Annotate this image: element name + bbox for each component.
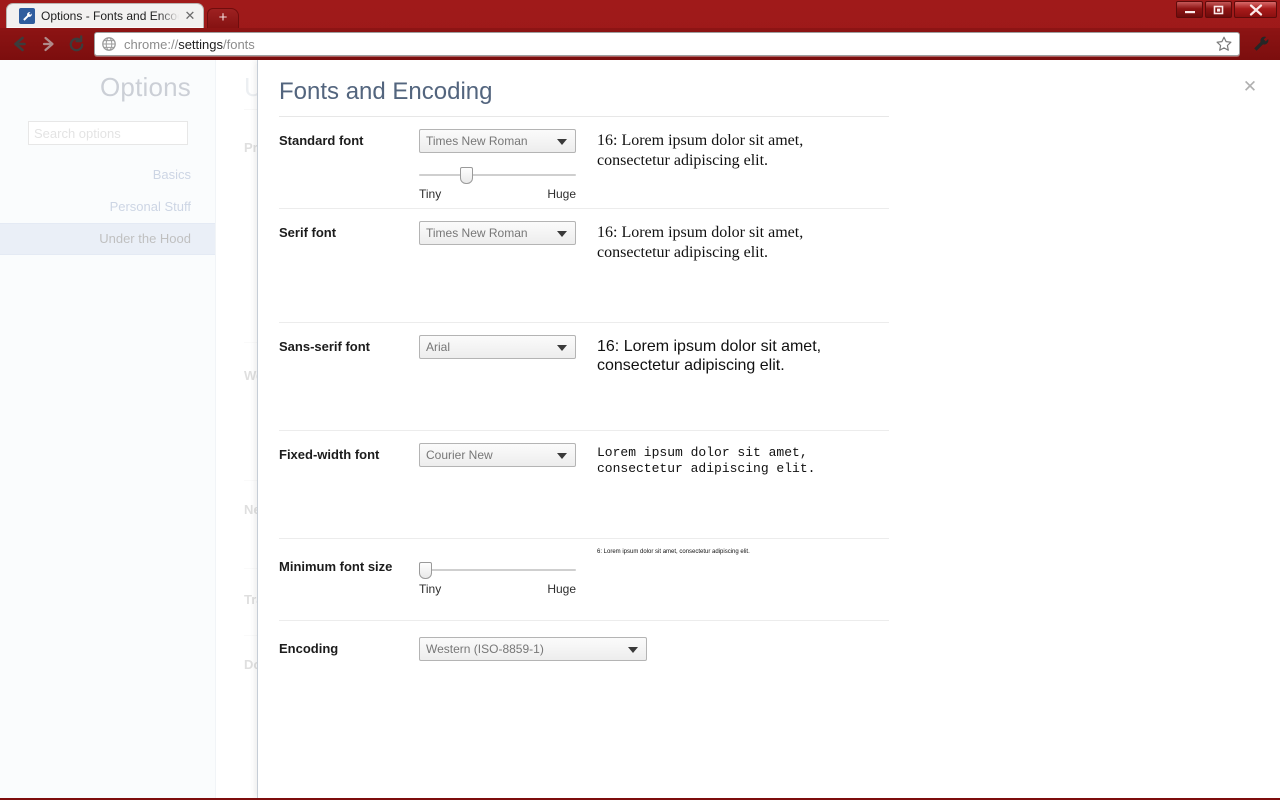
row-standard-font: Standard font Times New Roman Tiny Huge … [279,117,889,209]
row-sans-serif-font: Sans-serif font Arial 16: Lorem ipsum do… [279,323,889,431]
dialog-title: Fonts and Encoding [279,78,493,105]
forward-arrow-icon[interactable] [34,30,62,58]
minimize-button[interactable] [1176,1,1203,18]
row-preview: 6: Lorem ipsum dolor sit amet, consectet… [597,539,889,620]
sans-serif-font-select-wrap: Arial [419,335,576,359]
row-control: Tiny Huge [419,539,597,620]
slider-max-label: Huge [547,582,576,596]
standard-font-select-wrap: Times New Roman [419,129,576,153]
minimum-font-size-preview: 6: Lorem ipsum dolor sit amet, consectet… [597,549,750,555]
row-minimum-font-size: Minimum font size Tiny Huge 6: Lorem ips… [279,539,889,621]
minimum-font-size-slider[interactable] [419,561,576,579]
row-label: Standard font [279,133,364,148]
row-label: Minimum font size [279,559,393,574]
close-window-button[interactable] [1234,1,1277,18]
window-controls [1176,1,1277,18]
wrench-favicon-icon [19,8,35,24]
close-icon[interactable]: ✕ [1240,77,1260,97]
sans-serif-font-select[interactable]: Arial [419,335,576,359]
row-preview: Lorem ipsum dolor sit amet, consectetur … [597,431,889,538]
encoding-select-wrap: Western (ISO-8859-1) [419,637,647,661]
bookmark-star-icon[interactable] [1215,35,1233,53]
row-fixed-width-font: Fixed-width font Courier New Lorem ipsum… [279,431,889,539]
slider-min-label: Tiny [419,582,442,596]
reload-icon[interactable] [62,30,90,58]
row-preview: 16: Lorem ipsum dolor sit amet, consecte… [597,117,889,208]
browser-window: Options - Fonts and Encodi ✕ + chrome://… [0,0,1280,800]
fixed-width-font-preview: Lorem ipsum dolor sit amet, consectetur … [597,445,816,476]
row-label: Encoding [279,641,339,656]
page-viewport: Options Basics Personal Stuff Under the … [0,60,1280,798]
row-control: Times New Roman Tiny Huge [419,117,597,208]
row-label: Serif font [279,225,337,240]
standard-font-select[interactable]: Times New Roman [419,129,576,153]
standard-font-preview: 16: Lorem ipsum dolor sit amet, consecte… [597,132,804,169]
fixed-width-font-select-wrap: Courier New [419,443,576,467]
tab-title: Options - Fonts and Encodi [41,9,179,23]
serif-font-preview: 16: Lorem ipsum dolor sit amet, consecte… [597,224,804,261]
globe-icon [101,36,117,52]
row-control: Arial [419,323,597,430]
back-arrow-icon[interactable] [6,30,34,58]
slider-thumb[interactable] [419,562,432,579]
slider-track [419,174,576,176]
row-preview: 16: Lorem ipsum dolor sit amet, consecte… [597,323,889,430]
sans-serif-font-preview: 16: Lorem ipsum dolor sit amet, consecte… [597,338,822,374]
slider-track [419,569,576,571]
omnibox-url: chrome://settings/fonts [124,36,255,52]
row-control: Times New Roman [419,209,597,322]
row-preview: 16: Lorem ipsum dolor sit amet, consecte… [597,209,889,322]
slider-thumb[interactable] [460,167,474,184]
row-serif-font: Serif font Times New Roman 16: Lorem ips… [279,209,889,323]
fixed-width-font-select[interactable]: Courier New [419,443,576,467]
row-label: Sans-serif font [279,339,371,354]
slider-labels: Tiny Huge [419,582,576,596]
browser-tab[interactable]: Options - Fonts and Encodi ✕ [6,3,204,28]
serif-font-select-wrap: Times New Roman [419,221,576,245]
row-encoding: Encoding Western (ISO-8859-1) [279,621,889,691]
row-control: Western (ISO-8859-1) [419,621,659,691]
titlebar: Options - Fonts and Encodi ✕ + [0,0,1280,28]
slider-min-label: Tiny [419,187,442,201]
row-preview [659,621,889,691]
row-control: Courier New [419,431,597,538]
tab-strip: Options - Fonts and Encodi ✕ + [6,2,239,28]
slider-max-label: Huge [547,187,576,201]
row-label: Fixed-width font [279,447,380,462]
serif-font-select[interactable]: Times New Roman [419,221,576,245]
slider-labels: Tiny Huge [419,187,576,201]
maximize-restore-button[interactable] [1205,1,1232,18]
fonts-and-encoding-dialog: ✕ Fonts and Encoding Standard font Times… [257,60,1280,798]
encoding-select[interactable]: Western (ISO-8859-1) [419,637,647,661]
standard-font-size-slider[interactable] [419,166,576,184]
new-tab-button[interactable]: + [207,8,239,28]
tab-close-icon[interactable]: ✕ [183,9,197,23]
browser-toolbar: chrome://settings/fonts [0,28,1280,60]
wrench-menu-icon[interactable] [1248,31,1274,57]
omnibox[interactable]: chrome://settings/fonts [94,32,1240,56]
